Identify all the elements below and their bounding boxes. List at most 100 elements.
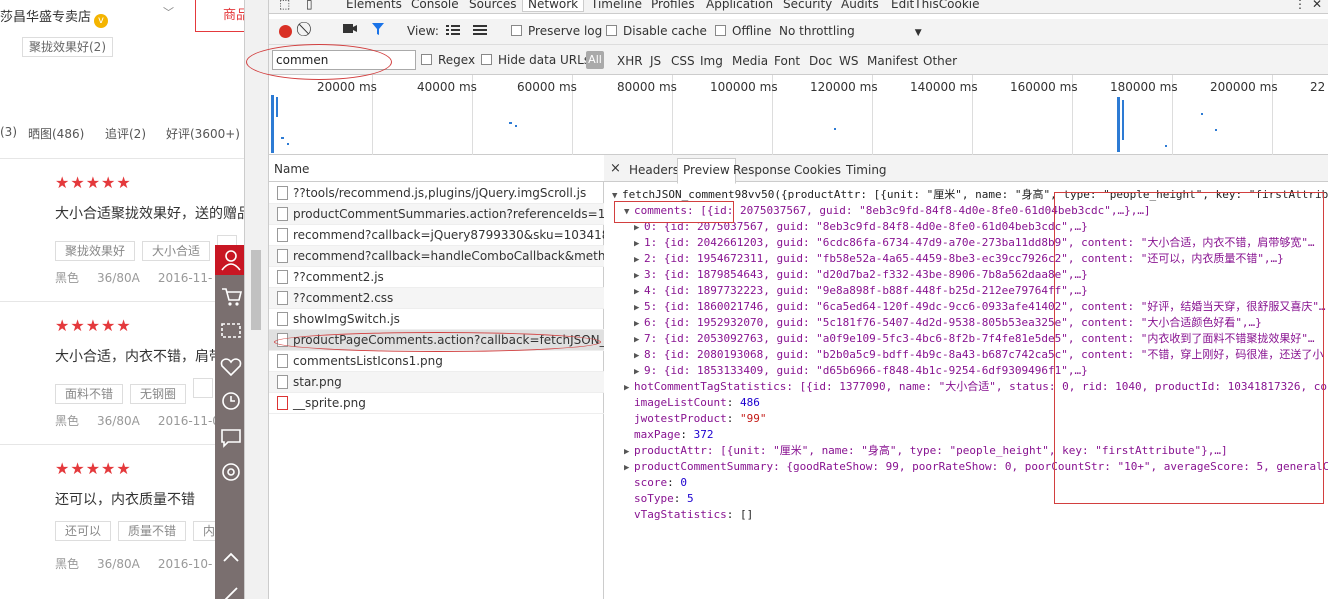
throttling-select[interactable]: No throttling ▼	[779, 24, 922, 38]
request-row[interactable]: showImgSwitch.js	[269, 309, 604, 330]
dropdown-arrow-icon: ▼	[914, 28, 922, 38]
history-icon[interactable]	[215, 386, 244, 416]
preserve-log-checkbox[interactable]: Preserve log	[511, 24, 602, 38]
tab-headers[interactable]: Headers	[629, 163, 679, 177]
request-row[interactable]: ??comment2.css	[269, 288, 604, 309]
json-prop: jwotestProduct: "99"	[634, 412, 767, 425]
request-row[interactable]: productCommentSummaries.action?reference…	[269, 204, 604, 225]
filter-icon[interactable]	[371, 22, 385, 39]
json-comment-item[interactable]: ▶ 4: {id: 1897732223, guid: "9e8a898f-b88…	[634, 283, 1088, 299]
edit-icon[interactable]	[215, 578, 244, 599]
request-row[interactable]: recommend?callback=handleComboCallback&m…	[269, 246, 604, 267]
star-rating: ★★★★★	[55, 316, 132, 335]
filter-all-button[interactable]: All	[586, 51, 604, 69]
tab-application[interactable]: Application	[706, 0, 773, 11]
camera-icon[interactable]	[342, 21, 358, 38]
checkbox[interactable]	[481, 54, 492, 65]
collapsed-triangle-icon[interactable]: ▶	[634, 348, 644, 364]
overview-tick: 80000 ms	[617, 80, 677, 94]
tab-sources[interactable]: Sources	[469, 0, 516, 11]
collapsed-triangle-icon[interactable]: ▶	[634, 300, 644, 316]
request-row[interactable]: commentsListIcons1.png	[269, 351, 604, 372]
checkbox[interactable]	[421, 54, 432, 65]
user-icon[interactable]	[215, 245, 244, 275]
heart-icon[interactable]	[215, 351, 244, 381]
collapsed-triangle-icon[interactable]: ▶	[624, 380, 634, 396]
tab-security[interactable]: Security	[783, 0, 832, 11]
back-to-top-icon[interactable]	[215, 542, 244, 572]
tab-cookies[interactable]: Cookies	[794, 163, 841, 177]
close-icon[interactable]: ✕	[1312, 0, 1322, 11]
waterfall-view-icon[interactable]	[472, 23, 488, 40]
json-comment-item[interactable]: ▶ 9: {id: 1853133409, guid: "d65b6966-f84…	[634, 363, 1088, 379]
tab-audits[interactable]: Audits	[841, 0, 879, 11]
overview-tick: 22	[1310, 80, 1326, 94]
filter-ws[interactable]: WS	[839, 54, 858, 68]
filter-media[interactable]: Media	[732, 54, 768, 68]
filter-followup[interactable]: 追评(2)	[105, 125, 146, 142]
tab-network[interactable]: Network	[522, 0, 585, 12]
tab-preview[interactable]: Preview	[677, 158, 736, 184]
tab-console[interactable]: Console	[411, 0, 459, 11]
page-scrollbar[interactable]	[245, 0, 269, 599]
collapsed-triangle-icon[interactable]: ▶	[634, 252, 644, 268]
list-view-icon[interactable]	[445, 23, 461, 40]
collapsed-triangle-icon[interactable]: ▶	[634, 268, 644, 284]
more-icon[interactable]: ⋮	[1294, 0, 1306, 11]
request-row[interactable]: ??tools/recommend.js,plugins/jQuery.imgS…	[269, 183, 604, 204]
collapsed-triangle-icon[interactable]: ▶	[634, 364, 644, 380]
disable-cache-checkbox[interactable]: Disable cache	[606, 24, 707, 38]
shop-page-panel: 莎昌华盛专卖店v ﹀ 商品 聚拢效果好(2) (3) 晒图(486) 追评(2)…	[0, 0, 245, 599]
regex-checkbox[interactable]: Regex	[421, 53, 475, 67]
network-overview[interactable]: 20000 ms 40000 ms 60000 ms 80000 ms 1000…	[269, 75, 1328, 155]
request-row[interactable]: ??comment2.js	[269, 267, 604, 288]
chevron-down-icon[interactable]: ﹀	[163, 4, 174, 20]
compare-icon[interactable]	[215, 315, 244, 345]
checkbox[interactable]	[606, 25, 617, 36]
collapsed-triangle-icon[interactable]: ▶	[624, 460, 634, 476]
request-row[interactable]: star.png	[269, 372, 604, 393]
device-icon[interactable]: ▯	[306, 0, 313, 11]
checkbox[interactable]	[715, 25, 726, 36]
tab-product[interactable]: 商品	[195, 0, 244, 32]
offline-checkbox[interactable]: Offline	[715, 24, 771, 38]
collapsed-triangle-icon[interactable]: ▶	[634, 284, 644, 300]
collapsed-triangle-icon[interactable]: ▶	[624, 444, 634, 460]
filter-css[interactable]: CSS	[671, 54, 695, 68]
coupon-icon[interactable]	[215, 457, 244, 487]
cart-icon[interactable]	[215, 280, 244, 310]
filter-doc[interactable]: Doc	[809, 54, 832, 68]
tab-elements[interactable]: Elements	[346, 0, 402, 11]
close-detail-icon[interactable]: ×	[610, 161, 621, 176]
filter-img[interactable]: Img	[700, 54, 723, 68]
scrollbar-thumb[interactable]	[251, 250, 261, 330]
tab-editthiscookie[interactable]: EditThisCookie	[891, 0, 980, 11]
filter-xhr[interactable]: XHR	[617, 54, 643, 68]
collapsed-triangle-icon[interactable]: ▶	[634, 236, 644, 252]
json-comment-item[interactable]: ▶ 3: {id: 1879854643, guid: "d20d7ba2-f33…	[634, 267, 1088, 283]
filter-positive[interactable]: 好评(3600+)	[166, 125, 240, 142]
shop-name[interactable]: 莎昌华盛专卖店 v	[0, 6, 109, 28]
filter-other[interactable]: Other	[923, 54, 957, 68]
tab-profiles[interactable]: Profiles	[651, 0, 695, 11]
collapsed-triangle-icon[interactable]: ▶	[634, 332, 644, 348]
filter-js[interactable]: JS	[650, 54, 661, 68]
inspect-icon[interactable]: ⬚	[279, 0, 290, 11]
chat-icon[interactable]	[215, 422, 244, 452]
tab-timeline[interactable]: Timeline	[591, 0, 642, 11]
tab-timing[interactable]: Timing	[846, 163, 887, 177]
floating-toolbar	[215, 245, 244, 599]
filter-font[interactable]: Font	[774, 54, 800, 68]
request-row[interactable]: __sprite.png	[269, 393, 604, 414]
request-row[interactable]: recommend?callback=jQuery8799330&sku=103…	[269, 225, 604, 246]
tab-response[interactable]: Response	[733, 163, 791, 177]
filter-photos[interactable]: 晒图(486)	[28, 125, 84, 142]
hide-data-urls-checkbox[interactable]: Hide data URLs	[481, 53, 590, 67]
collapsed-triangle-icon[interactable]: ▶	[634, 316, 644, 332]
filter-manifest[interactable]: Manifest	[867, 54, 918, 68]
filter-all[interactable]: (3)	[0, 125, 17, 139]
review-tag-filter[interactable]: 聚拢效果好(2)	[22, 37, 113, 57]
checkbox[interactable]	[511, 25, 522, 36]
column-header-name[interactable]: Name	[269, 155, 604, 182]
record-icon[interactable]	[279, 25, 292, 38]
